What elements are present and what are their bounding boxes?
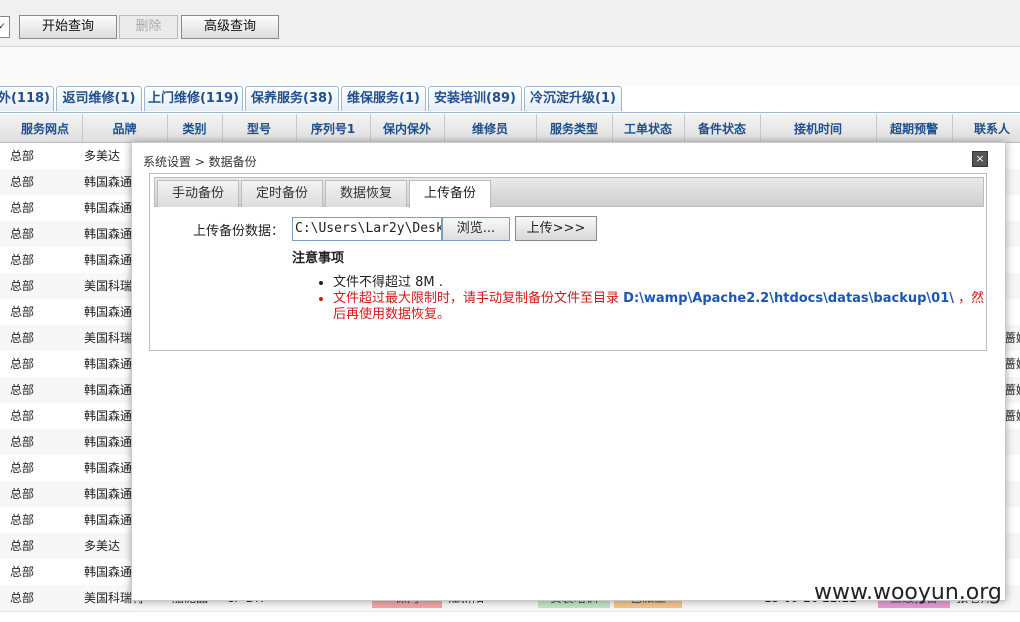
cell-contact bbox=[1004, 455, 1020, 481]
header-service-type[interactable]: 服务类型 bbox=[536, 114, 613, 142]
tab-onsite-repair[interactable]: 上门维修(119) bbox=[144, 86, 243, 111]
cell-contact bbox=[1004, 221, 1020, 247]
header-category[interactable]: 类别 bbox=[167, 114, 223, 142]
cell-site: 总部 bbox=[10, 513, 35, 527]
cell-site: 总部 bbox=[10, 461, 35, 475]
cell-site: 总部 bbox=[10, 435, 35, 449]
cell-site: 总部 bbox=[10, 487, 35, 501]
cell-contact bbox=[1004, 195, 1020, 221]
header-warranty[interactable]: 保内保外 bbox=[370, 114, 445, 142]
cell-site: 总部 bbox=[10, 331, 35, 345]
tab-manual-backup[interactable]: 手动备份 bbox=[157, 180, 239, 207]
close-icon[interactable]: × bbox=[972, 151, 988, 167]
cell-site: 总部 bbox=[10, 201, 35, 215]
header-received-time[interactable]: 接机时间 bbox=[760, 114, 877, 142]
cell-site: 总部 bbox=[10, 539, 35, 553]
header-order-status[interactable]: 工单状态 bbox=[612, 114, 685, 142]
cell-site: 总部 bbox=[10, 409, 35, 423]
tab-cryo-upgrade[interactable]: 冷沉淀升级(1) bbox=[524, 86, 622, 111]
tab-upload-backup[interactable]: 上传备份 bbox=[409, 180, 491, 208]
cell-site: 总部 bbox=[10, 565, 35, 579]
dialog-panel: 手动备份 定时备份 数据恢复 上传备份 上传备份数据： C:\Users\Lar… bbox=[149, 173, 987, 351]
cell-site: 总部 bbox=[10, 383, 35, 397]
cell-contact bbox=[1004, 533, 1020, 559]
delete-button[interactable]: 删除 bbox=[119, 15, 178, 39]
header-model[interactable]: 型号 bbox=[222, 114, 297, 142]
notice-item: 文件超过最大限制时，请手动复制备份文件至目录 D:\wamp\Apache2.2… bbox=[333, 291, 993, 323]
service-tabs: 外(118) 返司维修(1) 上门维修(119) 保养服务(38) 维保服务(1… bbox=[0, 86, 1020, 113]
watermark: www.wooyun.org bbox=[814, 580, 1002, 605]
notice-list: 文件不得超过 8M . 文件超过最大限制时，请手动复制备份文件至目录 D:\wa… bbox=[315, 275, 993, 323]
cell-contact bbox=[1004, 169, 1020, 195]
file-path-input[interactable]: C:\Users\Lar2y\Deskto bbox=[292, 217, 442, 241]
tab-install-training[interactable]: 安装培训(89) bbox=[428, 86, 522, 111]
header-serial[interactable]: 序列号1 bbox=[296, 114, 371, 142]
tab-maintenance[interactable]: 保养服务(38) bbox=[245, 86, 339, 111]
cell-site: 总部 bbox=[10, 305, 35, 319]
cell-contact bbox=[1004, 481, 1020, 507]
cell-site: 总部 bbox=[10, 253, 35, 267]
tab-data-restore[interactable]: 数据恢复 bbox=[325, 180, 407, 207]
note-size-limit: 文件不得超过 8M . bbox=[333, 275, 443, 290]
notice-title: 注意事项 bbox=[292, 251, 345, 266]
cell-contact bbox=[1004, 247, 1020, 273]
cell-contact bbox=[1004, 299, 1020, 325]
header-technician[interactable]: 维修员 bbox=[444, 114, 537, 142]
header-contact[interactable]: 联系人 bbox=[952, 114, 1020, 142]
cell-contact: 蔷媛 bbox=[1004, 357, 1020, 371]
cell-contact bbox=[1004, 429, 1020, 455]
advanced-query-button[interactable]: 高级查询 bbox=[181, 15, 279, 39]
spacer-strip bbox=[0, 47, 1020, 87]
header-parts-status[interactable]: 备件状态 bbox=[684, 114, 761, 142]
cell-contact bbox=[1004, 143, 1020, 169]
cell-site: 总部 bbox=[10, 279, 35, 293]
backup-tabs: 手动备份 定时备份 数据恢复 上传备份 bbox=[154, 177, 984, 208]
cell-site: 总部 bbox=[10, 149, 35, 163]
tab-return-repair[interactable]: 返司维修(1) bbox=[56, 86, 142, 111]
upload-label: 上传备份数据： bbox=[193, 224, 285, 239]
upload-button[interactable]: 上传>>> bbox=[515, 216, 597, 241]
cell-contact: 蔷媛 bbox=[1004, 409, 1020, 423]
dialog-breadcrumb: 系统设置 > 数据备份 bbox=[143, 155, 257, 169]
toolbar: ✓ 开始查询 删除 高级查询 bbox=[0, 0, 1020, 47]
start-query-button[interactable]: 开始查询 bbox=[19, 15, 117, 39]
filter-select[interactable]: ✓ bbox=[0, 16, 10, 38]
cell-site: 总部 bbox=[10, 227, 35, 241]
header-service-site[interactable]: 服务网点 bbox=[8, 114, 83, 142]
header-brand[interactable]: 品牌 bbox=[82, 114, 168, 142]
cell-contact bbox=[1004, 273, 1020, 299]
cell-contact bbox=[1004, 507, 1020, 533]
backup-path: D:\wamp\Apache2.2\htdocs\datas\backup\01… bbox=[623, 291, 954, 306]
tab-scheduled-backup[interactable]: 定时备份 bbox=[241, 180, 323, 207]
cell-site: 总部 bbox=[10, 357, 35, 371]
tab-outside[interactable]: 外(118) bbox=[0, 86, 54, 111]
cell-contact: 蔷媛 bbox=[1004, 383, 1020, 397]
grid-header: 服务网点 品牌 类别 型号 序列号1 保内保外 维修员 服务类型 工单状态 备件… bbox=[0, 114, 1020, 143]
cell-site: 总部 bbox=[10, 175, 35, 189]
backup-dialog: 系统设置 > 数据备份 × 手动备份 定时备份 数据恢复 上传备份 上传备份数据… bbox=[131, 142, 1006, 601]
cell-contact: 蔷媛 bbox=[1004, 331, 1020, 345]
browse-button[interactable]: 浏览... bbox=[442, 217, 510, 241]
cell-contact bbox=[1004, 559, 1020, 585]
tab-warranty-service[interactable]: 维保服务(1) bbox=[341, 86, 426, 111]
note-manual-copy: 文件超过最大限制时，请手动复制备份文件至目录 bbox=[333, 291, 620, 306]
header-overdue-warning[interactable]: 超期预警 bbox=[876, 114, 953, 142]
notice-item: 文件不得超过 8M . bbox=[333, 275, 993, 291]
cell-site: 总部 bbox=[10, 591, 35, 605]
